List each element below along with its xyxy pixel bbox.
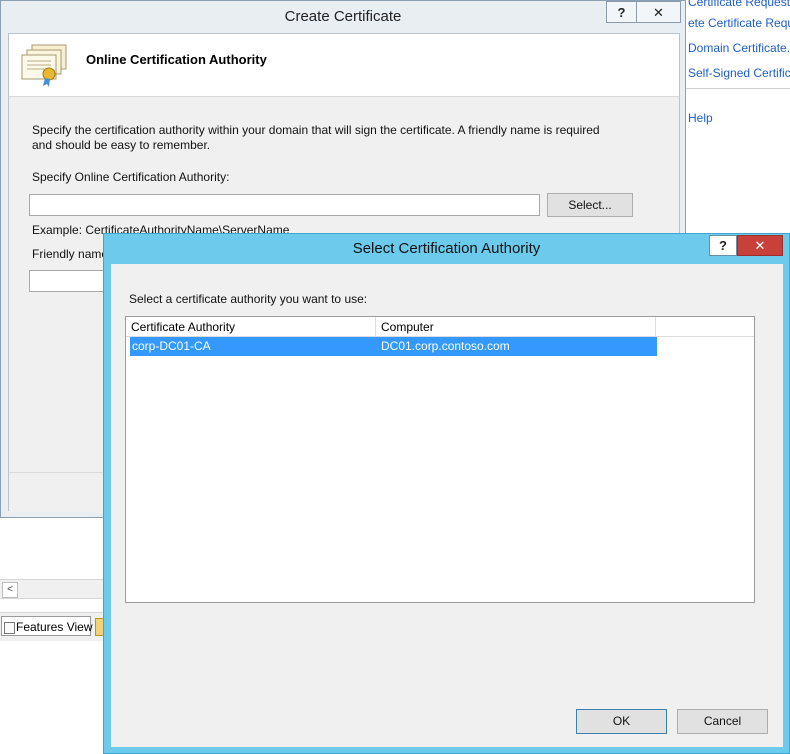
friendly-name-label: Friendly name:: [32, 247, 112, 261]
column-header-authority[interactable]: Certificate Authority: [126, 317, 376, 337]
features-view-icon: [4, 622, 15, 634]
ca-input[interactable]: [29, 194, 540, 216]
wizard-page-title: Online Certification Authority: [86, 52, 267, 67]
column-header-computer[interactable]: Computer: [376, 317, 656, 337]
action-complete-certificate-request-2[interactable]: ete Certificate Request...: [688, 16, 790, 30]
action-create-self-signed-certificate[interactable]: Self-Signed Certificate...: [688, 66, 790, 80]
column-header-filler: [656, 317, 754, 337]
select-ca-prompt: Select a certificate authority you want …: [129, 292, 368, 306]
row-computer: DC01.corp.contoso.com: [381, 339, 510, 353]
scroll-left-icon[interactable]: <: [2, 582, 18, 598]
action-complete-certificate-request[interactable]: Certificate Request...: [688, 0, 790, 9]
select-close-button[interactable]: ✕: [737, 235, 783, 256]
create-certificate-title: Create Certificate: [284, 8, 402, 25]
certificate-icon: [21, 44, 67, 87]
tab-features-view[interactable]: Features View: [1, 616, 93, 636]
description-line-1: Specify the certification authority with…: [32, 123, 600, 137]
horizontal-scrollbar[interactable]: <: [0, 579, 104, 599]
ok-button[interactable]: OK: [576, 709, 667, 734]
description-line-2: and should be easy to remember.: [32, 138, 211, 152]
action-create-domain-certificate[interactable]: Domain Certificate...: [688, 41, 790, 55]
select-help-button[interactable]: ?: [709, 235, 737, 256]
row-authority: corp-DC01-CA: [132, 339, 211, 353]
cancel-button[interactable]: Cancel: [677, 709, 768, 734]
table-row[interactable]: corp-DC01-CA DC01.corp.contoso.com: [130, 337, 657, 356]
create-close-button[interactable]: ✕: [636, 1, 681, 23]
select-ca-button[interactable]: Select...: [547, 193, 633, 217]
select-ca-body: Select a certificate authority you want …: [111, 264, 783, 747]
select-ca-title: Select Certification Authority: [352, 240, 541, 257]
view-switcher-bar: Features View: [0, 612, 106, 641]
actions-separator: [685, 88, 790, 89]
features-view-label: Features View: [16, 620, 93, 634]
ca-list[interactable]: Certificate Authority Computer corp-DC01…: [125, 316, 755, 603]
action-help[interactable]: Help: [688, 111, 713, 125]
ca-field-label: Specify Online Certification Authority:: [32, 170, 230, 184]
select-ca-dialog: Select Certification Authority ? ✕ Selec…: [103, 233, 790, 754]
wizard-header: Online Certification Authority: [9, 34, 679, 97]
create-help-button[interactable]: ?: [606, 1, 637, 23]
